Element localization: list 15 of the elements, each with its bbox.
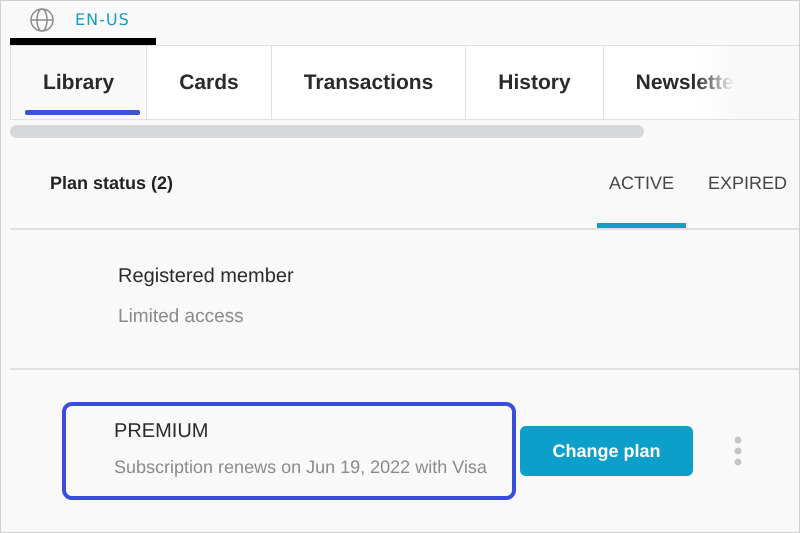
plan-description: Limited access: [118, 305, 245, 330]
section-title: Plan status (2): [50, 172, 174, 194]
tab[interactable]: Newslette: [604, 46, 734, 119]
globe-icon[interactable]: [29, 6, 55, 32]
tab[interactable]: History: [466, 46, 604, 119]
tab[interactable]: Cards: [147, 46, 272, 119]
plan-name: PREMIUM: [114, 420, 210, 444]
more-icon[interactable]: [734, 436, 742, 466]
filter-tab[interactable]: EXPIRED: [696, 138, 799, 228]
tab[interactable]: Transactions: [272, 46, 466, 119]
tab[interactable]: Library: [10, 46, 148, 119]
filter-tab[interactable]: ACTIVE: [596, 138, 686, 228]
scrollbar-thumb[interactable]: [10, 125, 644, 138]
plan-name: Registered member: [118, 265, 295, 288]
plan-description: Subscription renews on Jun 19, 2022 with Visa: [114, 456, 488, 480]
